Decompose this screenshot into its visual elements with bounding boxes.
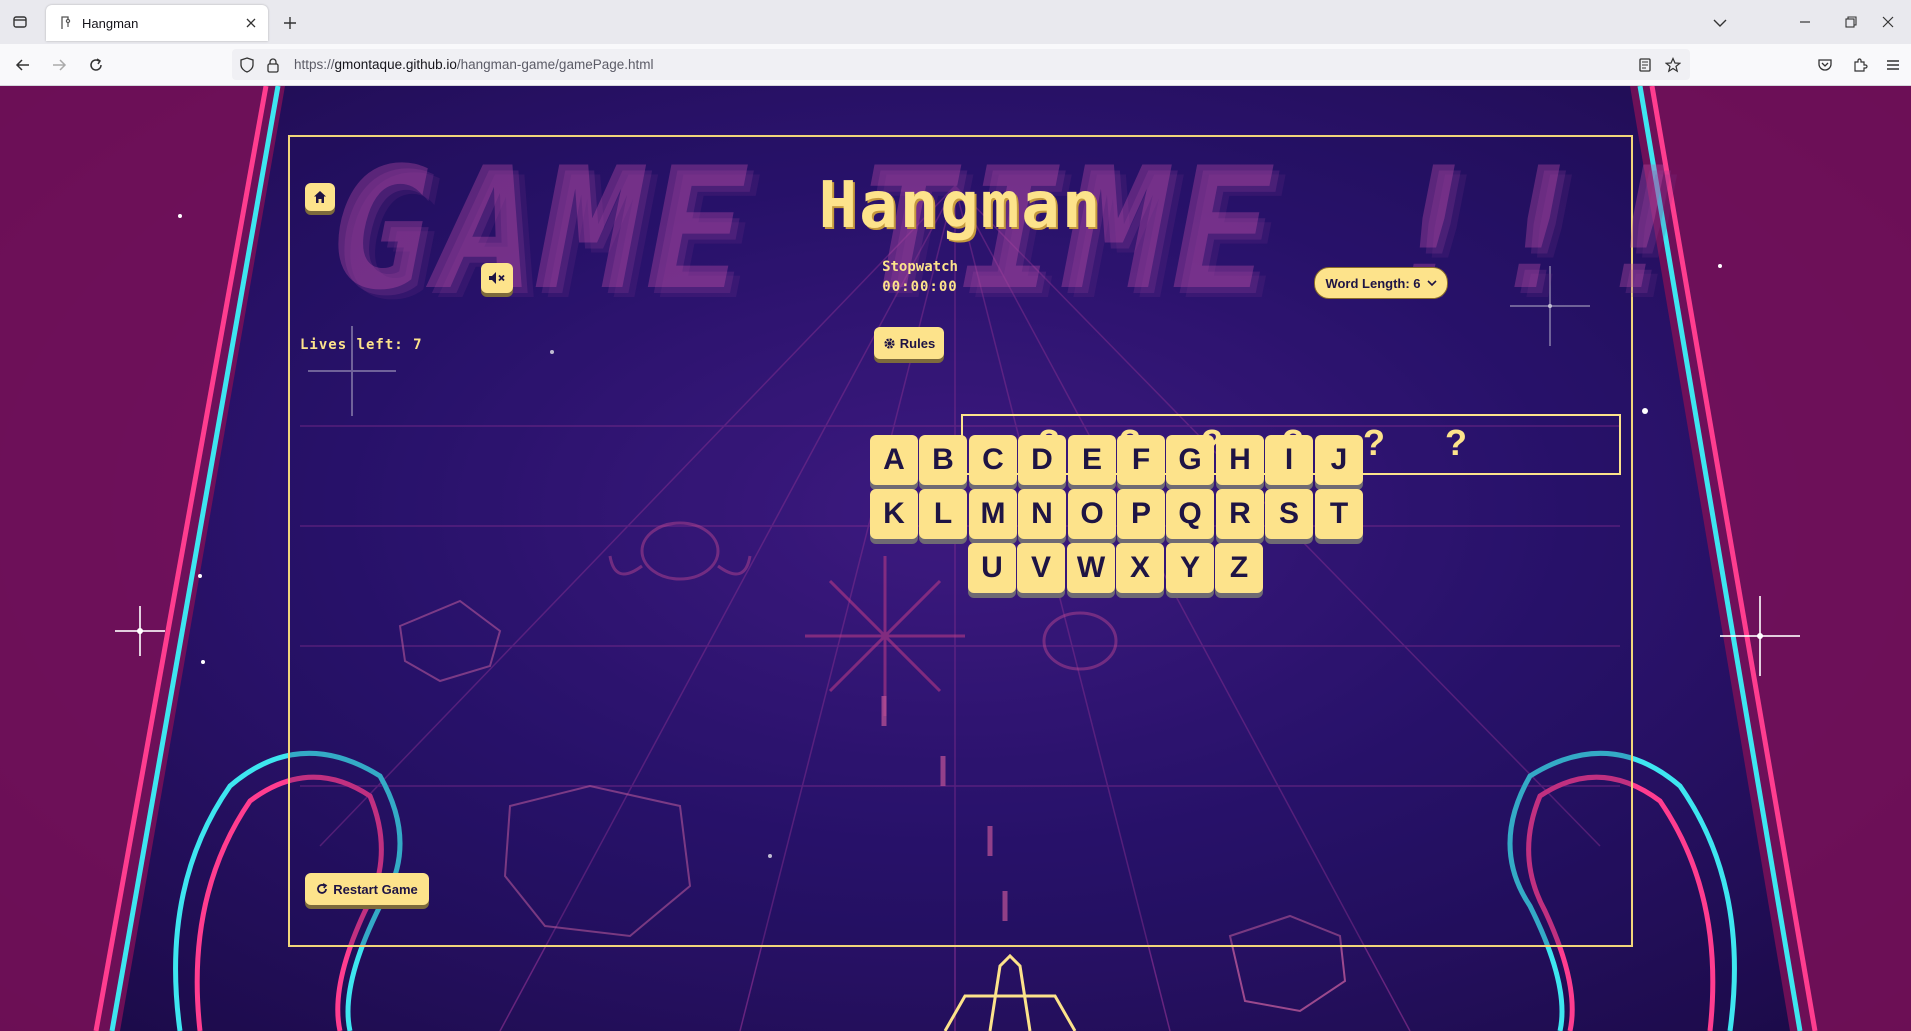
- reader-view-button[interactable]: [1632, 52, 1658, 78]
- speaker-mute-icon: [489, 272, 505, 284]
- tab-list-icon: [13, 16, 27, 28]
- letter-key-e[interactable]: E: [1068, 435, 1116, 485]
- extensions-button[interactable]: [1847, 52, 1873, 78]
- forward-button[interactable]: [46, 52, 72, 78]
- rules-label: Rules: [899, 335, 936, 351]
- url-bar[interactable]: https://gmontaque.github.io/hangman-game…: [232, 49, 1690, 80]
- letter-key-t[interactable]: T: [1315, 489, 1363, 539]
- browser-tab-bar: Hangman: [0, 0, 1911, 44]
- arrow-left-icon: [15, 59, 29, 71]
- star-icon: [1665, 57, 1681, 73]
- chevron-down-icon: [1713, 19, 1727, 27]
- letter-key-j[interactable]: J: [1315, 435, 1363, 485]
- minimize-icon: [1800, 21, 1810, 23]
- letter-key-h[interactable]: H: [1216, 435, 1264, 485]
- letter-key-d[interactable]: D: [1018, 435, 1066, 485]
- app-menu-button[interactable]: [1880, 52, 1906, 78]
- letter-key-o[interactable]: O: [1068, 489, 1116, 539]
- pocket-button[interactable]: [1812, 52, 1838, 78]
- reload-icon: [90, 58, 102, 71]
- plus-icon: [284, 17, 296, 29]
- tab-close-icon[interactable]: [242, 14, 260, 32]
- letter-key-l[interactable]: L: [919, 489, 967, 539]
- reader-view-icon: [1639, 58, 1651, 72]
- letter-key-c[interactable]: C: [969, 435, 1017, 485]
- letter-key-g[interactable]: G: [1166, 435, 1214, 485]
- list-all-tabs-button[interactable]: [1708, 11, 1732, 35]
- letter-key-k[interactable]: K: [870, 489, 918, 539]
- tab-title: Hangman: [82, 15, 139, 31]
- letter-key-p[interactable]: P: [1117, 489, 1165, 539]
- letter-key-n[interactable]: N: [1018, 489, 1066, 539]
- url-path: /hangman-game/gamePage.html: [456, 57, 654, 72]
- word-length-label: Word Length: 6: [1325, 275, 1421, 291]
- back-button[interactable]: [10, 52, 36, 78]
- mute-button[interactable]: [481, 263, 513, 293]
- close-window-button[interactable]: [1865, 0, 1911, 44]
- gear-icon: [884, 337, 895, 349]
- stopwatch-label: Stopwatch: [882, 259, 958, 275]
- restart-game-button[interactable]: Restart Game: [305, 873, 429, 905]
- letter-key-m[interactable]: M: [969, 489, 1017, 539]
- stopwatch-time: 00:00:00: [882, 279, 958, 295]
- url-host: gmontaque.github.io: [334, 57, 457, 72]
- hamburger-menu-icon: [1887, 60, 1899, 70]
- puzzle-icon: [1854, 58, 1868, 72]
- letter-key-b[interactable]: B: [919, 435, 967, 485]
- game-title: Hangman: [818, 169, 1103, 243]
- restart-label: Restart Game: [333, 881, 418, 897]
- letter-key-i[interactable]: I: [1265, 435, 1313, 485]
- browser-nav-bar: https://gmontaque.github.io/hangman-game…: [0, 44, 1911, 86]
- close-icon: [1882, 16, 1894, 28]
- word-length-select[interactable]: Word Length: 6: [1314, 267, 1448, 299]
- pocket-icon: [1818, 59, 1832, 71]
- restart-icon: [317, 883, 328, 894]
- lock-icon[interactable]: [264, 56, 282, 74]
- letter-key-u[interactable]: U: [968, 543, 1016, 593]
- letter-key-r[interactable]: R: [1216, 489, 1264, 539]
- bookmark-star-button[interactable]: [1660, 52, 1686, 78]
- arrow-right-icon: [53, 59, 67, 71]
- restore-icon: [1845, 16, 1857, 28]
- chevron-down-icon: [1426, 280, 1437, 287]
- reload-button[interactable]: [83, 52, 109, 78]
- letter-key-s[interactable]: S: [1265, 489, 1313, 539]
- url-text: https://gmontaque.github.io/hangman-game…: [294, 57, 654, 72]
- hangman-favicon-icon: [58, 15, 74, 31]
- url-scheme: https://: [294, 57, 335, 72]
- browser-tab-hangman[interactable]: Hangman: [46, 5, 268, 41]
- letter-key-v[interactable]: V: [1017, 543, 1065, 593]
- rules-button[interactable]: Rules: [874, 327, 944, 359]
- hidden-letter: ?: [1445, 422, 1467, 463]
- minimize-button[interactable]: [1782, 0, 1828, 44]
- lives-left: Lives left: 7: [300, 337, 423, 353]
- game-page: GAME TIME !!! Hangman Stopwatch 00:00:00…: [0, 86, 1911, 1031]
- letter-key-z[interactable]: Z: [1215, 543, 1263, 593]
- game-frame: GAME TIME !!! Hangman Stopwatch 00:00:00…: [288, 135, 1693, 947]
- letter-key-x[interactable]: X: [1116, 543, 1164, 593]
- tab-list-button[interactable]: [6, 9, 34, 35]
- home-icon: [314, 191, 326, 203]
- new-tab-button[interactable]: [278, 11, 302, 35]
- shield-icon[interactable]: [238, 56, 256, 74]
- letter-key-a[interactable]: A: [870, 435, 918, 485]
- letter-key-w[interactable]: W: [1067, 543, 1115, 593]
- letter-key-q[interactable]: Q: [1166, 489, 1214, 539]
- letter-key-y[interactable]: Y: [1166, 543, 1214, 593]
- letter-key-f[interactable]: F: [1117, 435, 1165, 485]
- home-button[interactable]: [305, 183, 335, 211]
